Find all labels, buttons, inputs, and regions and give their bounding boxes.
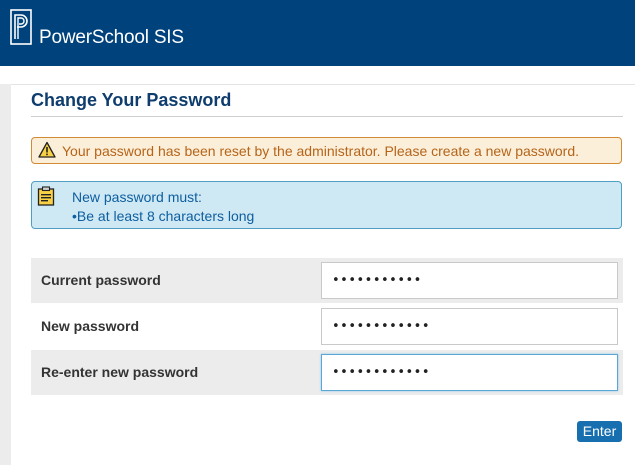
requirement-item: •Be at least 8 characters long	[72, 208, 255, 224]
confirm-password-label: Re-enter new password	[41, 364, 199, 380]
brand-name: PowerSchool SIS	[39, 27, 184, 48]
current-password-label: Current password	[41, 272, 161, 288]
requirements-heading: New password must:	[72, 189, 202, 205]
new-password-label: New password	[41, 318, 140, 334]
app-header: PowerSchool SIS	[0, 0, 635, 66]
header-spacer	[0, 66, 635, 84]
powerschool-logo-icon	[10, 9, 32, 45]
new-password-input[interactable]: ••••••••••••	[321, 308, 618, 345]
enter-button[interactable]: Enter	[577, 421, 622, 442]
password-requirements-box: New password must: •Be at least 8 charac…	[31, 181, 622, 229]
confirm-password-row: Re-enter new password ••••••••••••	[31, 350, 623, 395]
warning-icon	[38, 141, 56, 158]
new-password-row: New password ••••••••••••	[31, 304, 623, 349]
left-gutter	[0, 84, 11, 465]
title-divider	[31, 116, 623, 117]
page-title: Change Your Password	[31, 90, 232, 110]
reset-warning-alert: Your password has been reset by the admi…	[31, 137, 622, 164]
current-password-input[interactable]: •••••••••••	[321, 262, 618, 299]
confirm-password-input[interactable]: ••••••••••••	[321, 354, 618, 391]
clipboard-icon	[37, 186, 55, 206]
current-password-row: Current password •••••••••••	[31, 258, 623, 303]
warning-message: Your password has been reset by the admi…	[62, 143, 579, 159]
